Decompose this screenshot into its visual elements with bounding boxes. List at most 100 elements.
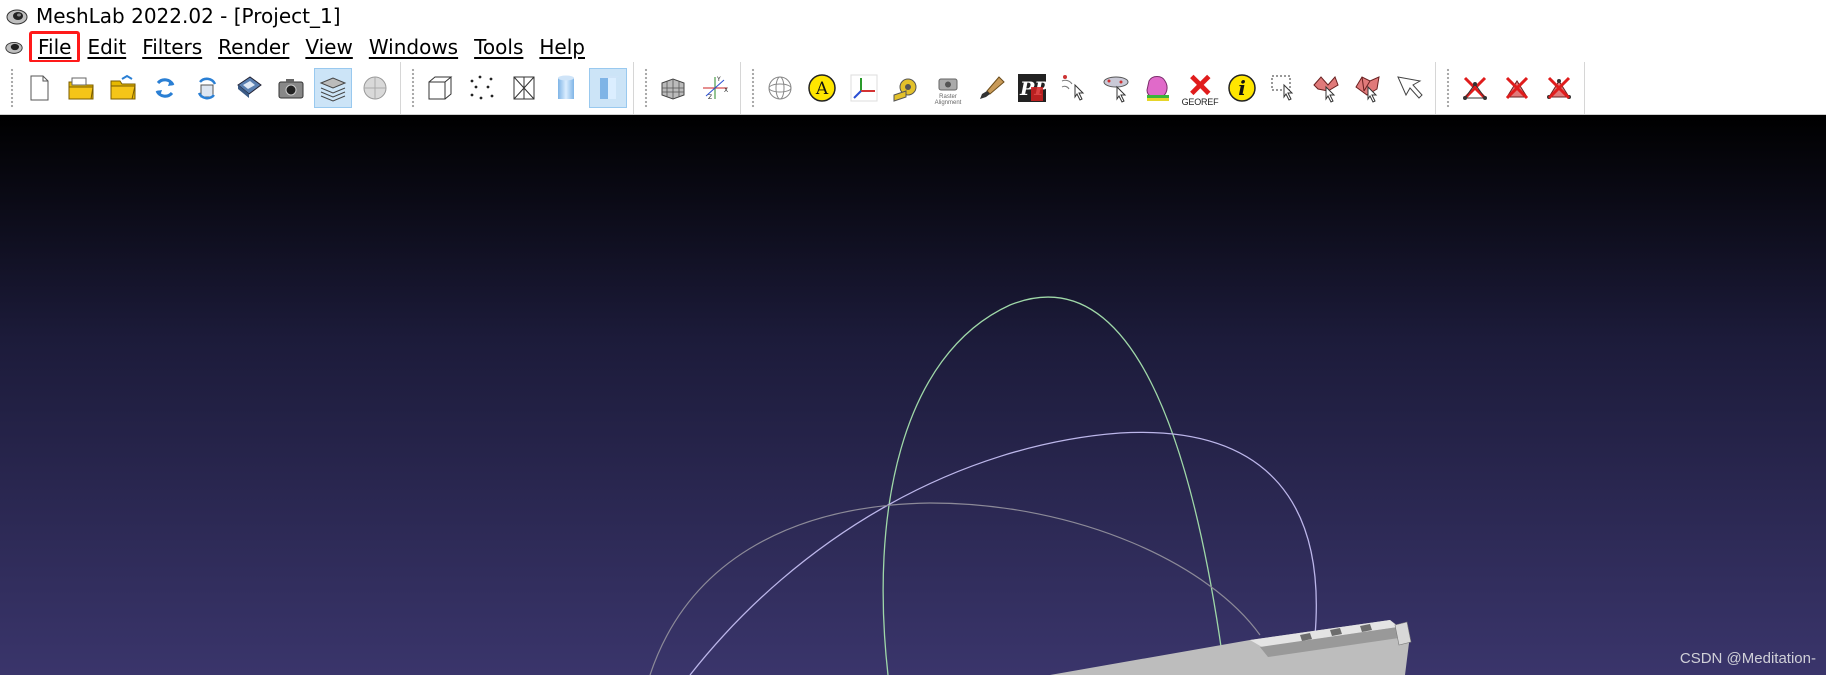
measure-tape-button[interactable] (887, 68, 925, 108)
delete-vertices-icon (1463, 76, 1487, 100)
svg-text:Z: Z (708, 94, 712, 101)
wireframe-button[interactable] (505, 68, 543, 108)
menu-tools[interactable]: Tools (466, 32, 531, 62)
raster-alignment-label: Raster Alignment (934, 94, 962, 106)
pickpoints-icon: PP (1018, 74, 1047, 102)
select-faces-rect-icon (1271, 75, 1294, 101)
new-project-icon (30, 75, 49, 101)
paint-brush-button[interactable] (971, 68, 1009, 108)
delete-vertices-button[interactable] (1456, 68, 1494, 108)
georef-label: GEOREF (1181, 97, 1219, 107)
align-button[interactable] (1097, 68, 1135, 108)
flat-shading-icon (558, 75, 574, 99)
toolbar-handle[interactable] (751, 68, 755, 108)
save-button[interactable] (230, 68, 268, 108)
open-project-button[interactable] (62, 68, 100, 108)
snapshot-button[interactable] (272, 68, 310, 108)
watermark: CSDN @Meditation- (1679, 650, 1816, 667)
3d-viewport[interactable]: CSDN @Meditation- (0, 115, 1826, 675)
select-connected-icon (1313, 76, 1339, 103)
paint-brush-icon (980, 76, 1005, 99)
main-toolbar: YX Z A Raster Alignment PP (0, 62, 1826, 115)
save-icon (237, 76, 262, 98)
toolbar-handle[interactable] (10, 68, 14, 108)
select-faces-rect-button[interactable] (1265, 68, 1303, 108)
points-icon (470, 75, 494, 100)
delete-faces-icon (1505, 76, 1529, 100)
reload-all-icon (197, 77, 217, 100)
open-project-icon (68, 77, 94, 100)
pickpoints-button[interactable]: PP (1013, 68, 1051, 108)
georef-button[interactable]: GEOREF (1181, 68, 1219, 108)
mesh-object[interactable] (1050, 620, 1412, 675)
raster-alignment-button[interactable]: Raster Alignment (929, 68, 967, 108)
trackball-ring-lavender (689, 431, 1317, 675)
window-title: MeshLab 2022.02 - [Project_1] (36, 4, 341, 28)
flat-shading-button[interactable] (547, 68, 585, 108)
menu-filters[interactable]: Filters (134, 32, 210, 62)
menu-bar: File Edit Filters Render View Windows To… (0, 31, 1826, 63)
raster-button[interactable] (356, 68, 394, 108)
toolbar-handle[interactable] (644, 68, 648, 108)
delete-toolbar (1436, 62, 1585, 114)
info-button[interactable]: i (1223, 68, 1261, 108)
import-mesh-button[interactable] (104, 68, 142, 108)
document-icon[interactable] (4, 37, 24, 57)
trackball-button[interactable] (761, 68, 799, 108)
reload-icon (155, 78, 175, 98)
measure-tape-icon (893, 78, 917, 102)
decoration-toolbar: YX Z (634, 62, 741, 114)
info-letter: i (1238, 76, 1246, 100)
bounding-box-icon (428, 76, 453, 100)
grid-icon (661, 78, 685, 100)
info-icon: i (1228, 74, 1256, 102)
select-connected-button[interactable] (1307, 68, 1345, 108)
select-vertices-icon (1061, 75, 1085, 101)
meshlab-app-icon[interactable] (6, 5, 28, 27)
delete-faces-button[interactable] (1498, 68, 1536, 108)
color-paint-icon (1146, 76, 1169, 101)
menu-render[interactable]: Render (210, 32, 297, 62)
scene-canvas[interactable] (0, 115, 1826, 675)
svg-text:X: X (724, 87, 728, 94)
color-paint-button[interactable] (1139, 68, 1177, 108)
toolbar-handle[interactable] (1446, 68, 1450, 108)
smooth-shading-icon (600, 76, 620, 99)
select-cursor-icon (1397, 76, 1423, 99)
align-icon (1103, 76, 1129, 103)
axis-frame-button[interactable] (845, 68, 883, 108)
menu-edit[interactable]: Edit (79, 32, 134, 62)
axis-frame-icon (850, 74, 878, 102)
trackball-ring-green (882, 296, 1226, 675)
axes-button[interactable]: YX Z (696, 68, 734, 108)
menu-help[interactable]: Help (531, 32, 593, 62)
select-cursor-button[interactable] (1391, 68, 1429, 108)
smooth-shading-button[interactable] (589, 68, 627, 108)
reload-all-button[interactable] (188, 68, 226, 108)
menu-windows[interactable]: Windows (361, 32, 466, 62)
menu-file[interactable]: File (28, 31, 81, 63)
bounding-box-button[interactable] (421, 68, 459, 108)
axes-icon: YX Z (703, 76, 728, 101)
wireframe-icon (513, 76, 535, 100)
points-button[interactable] (463, 68, 501, 108)
svg-text:Y: Y (716, 76, 721, 83)
reload-button[interactable] (146, 68, 184, 108)
render-mode-toolbar (401, 62, 634, 114)
delete-both-icon (1547, 76, 1571, 100)
menu-view[interactable]: View (297, 32, 360, 62)
delete-both-button[interactable] (1540, 68, 1578, 108)
layers-icon (319, 77, 347, 102)
file-toolbar (0, 62, 401, 114)
select-mesh-icon (1355, 76, 1380, 103)
select-vertices-button[interactable] (1055, 68, 1093, 108)
grid-button[interactable] (654, 68, 692, 108)
raster-icon (363, 76, 387, 100)
select-mesh-button[interactable] (1349, 68, 1387, 108)
toolbar-handle[interactable] (411, 68, 415, 108)
annotation-button[interactable]: A (803, 68, 841, 108)
annotation-letter: A (815, 79, 829, 99)
layers-button[interactable] (314, 68, 352, 108)
new-project-button[interactable] (20, 68, 58, 108)
snapshot-icon (278, 79, 304, 99)
